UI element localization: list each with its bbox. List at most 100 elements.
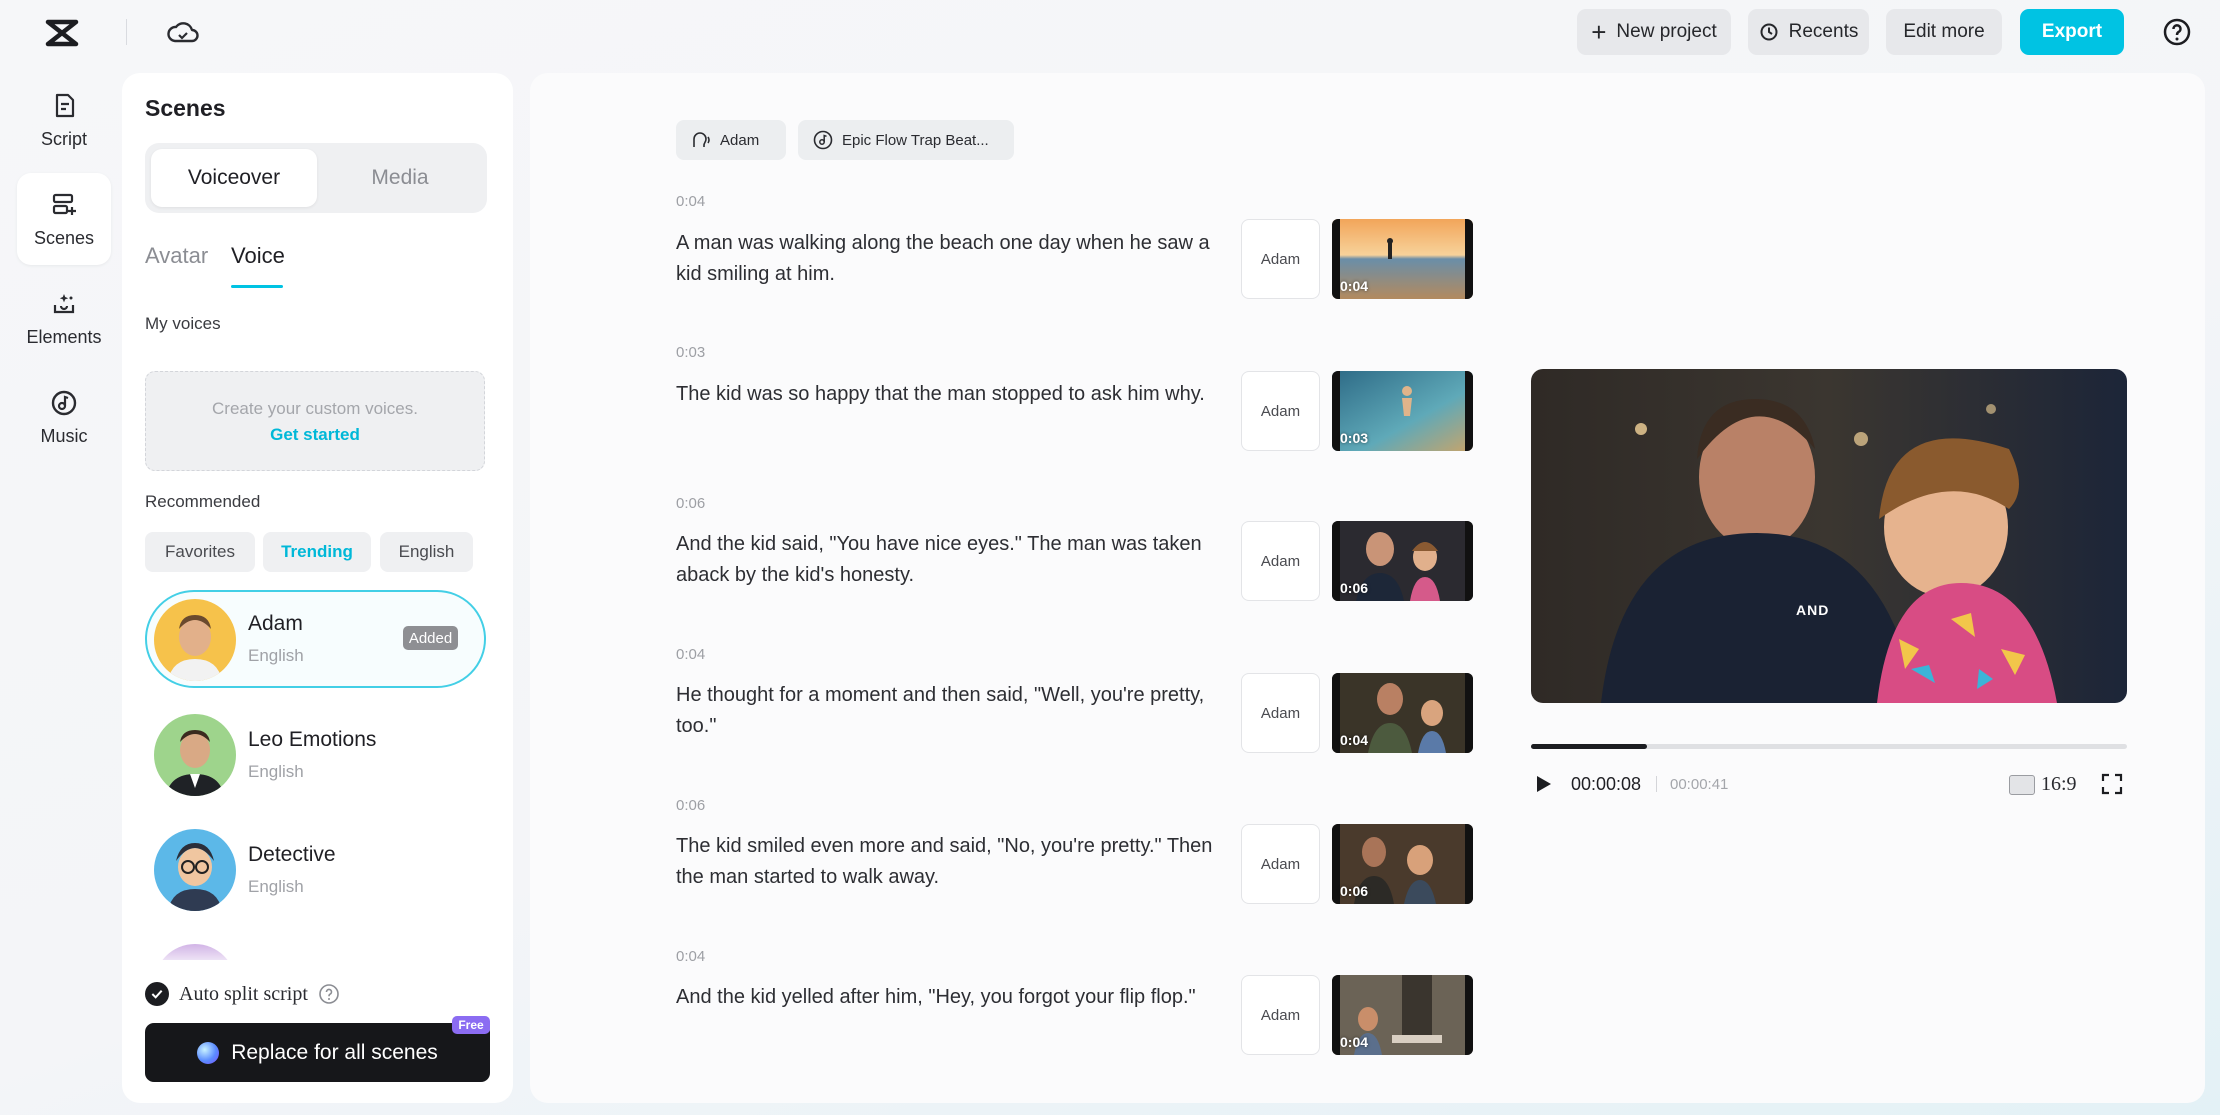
total-time: 00:00:41 <box>1670 776 1728 793</box>
fullscreen-icon <box>2100 772 2124 796</box>
music-pill[interactable]: Epic Flow Trap Beat... <box>798 120 1014 160</box>
list-fade <box>123 930 512 970</box>
play-button[interactable] <box>1531 772 1555 801</box>
scene-duration: 0:06 <box>676 495 705 512</box>
voice-name-leo-emotions: Leo Emotions <box>248 728 376 752</box>
aspect-ratio-icon <box>2009 775 2035 795</box>
time-divider <box>1656 776 1657 792</box>
panel-title: Scenes <box>145 95 226 122</box>
recents-button[interactable]: Recents <box>1748 9 1869 55</box>
new-project-button[interactable]: + New project <box>1577 9 1731 55</box>
scene-voice-button[interactable]: Adam <box>1241 219 1320 299</box>
scene-duration: 0:03 <box>676 344 705 361</box>
thumb-time: 0:04 <box>1340 732 1368 748</box>
scene-text[interactable]: The kid was so happy that the man stoppe… <box>676 379 1236 410</box>
auto-split-row: Auto split script <box>145 982 340 1006</box>
scene-thumbnail[interactable]: 0:06 <box>1332 824 1473 904</box>
scene-voice-button[interactable]: Adam <box>1241 975 1320 1055</box>
voice-pill-label: Adam <box>720 132 759 149</box>
rail-item-music[interactable]: Music <box>17 371 111 463</box>
rail-item-scenes[interactable]: Scenes <box>17 173 111 265</box>
thumb-time: 0:06 <box>1340 580 1368 596</box>
scenes-icon <box>49 190 79 220</box>
subtab-avatar[interactable]: Avatar <box>145 243 208 269</box>
recents-label: Recents <box>1789 21 1859 43</box>
thumb-time: 0:04 <box>1340 1034 1368 1050</box>
voice-pill[interactable]: Adam <box>676 120 786 160</box>
chip-english[interactable]: English <box>380 532 473 572</box>
voice-lang-adam: English <box>248 646 304 666</box>
rail-item-elements[interactable]: Elements <box>17 272 111 364</box>
custom-voice-box[interactable]: Create your custom voices. Get started <box>145 371 485 471</box>
cloud-sync-icon[interactable] <box>166 16 200 50</box>
scene-thumbnail[interactable]: 0:04 <box>1332 219 1473 299</box>
rail-label-elements: Elements <box>26 327 101 348</box>
plus-icon: + <box>1591 22 1606 42</box>
aspect-ratio-label: 16:9 <box>2041 773 2077 796</box>
thumb-time: 0:04 <box>1340 278 1368 294</box>
free-badge: Free <box>452 1016 490 1034</box>
fullscreen-button[interactable] <box>2100 772 2124 801</box>
info-icon[interactable] <box>318 983 340 1005</box>
scene-voice-button[interactable]: Adam <box>1241 824 1320 904</box>
export-button[interactable]: Export <box>2020 9 2124 55</box>
current-time: 00:00:08 <box>1571 774 1641 795</box>
rail-item-script[interactable]: Script <box>17 74 111 166</box>
added-badge: Added <box>403 626 458 650</box>
chip-trending[interactable]: Trending <box>263 532 371 572</box>
voice-lang-leo-emotions: English <box>248 762 304 782</box>
tab-voiceover[interactable]: Voiceover <box>151 149 317 207</box>
scene-text[interactable]: And the kid said, "You have nice eyes." … <box>676 529 1236 591</box>
music-pill-label: Epic Flow Trap Beat... <box>842 132 989 149</box>
play-icon <box>1531 772 1555 796</box>
edit-more-button[interactable]: Edit more <box>1886 9 2002 55</box>
voice-head-icon <box>690 129 712 151</box>
scene-text[interactable]: The kid smiled even more and said, "No, … <box>676 831 1236 893</box>
custom-voice-hint: Create your custom voices. <box>146 399 484 419</box>
scene-thumbnail[interactable]: 0:04 <box>1332 673 1473 753</box>
tab-media[interactable]: Media <box>317 149 483 207</box>
chip-favorites[interactable]: Favorites <box>145 532 255 572</box>
subtab-voice[interactable]: Voice <box>231 243 285 269</box>
scene-thumbnail[interactable]: 0:04 <box>1332 975 1473 1055</box>
scene-duration: 0:06 <box>676 797 705 814</box>
video-preview[interactable]: AND <box>1531 369 2127 703</box>
script-icon <box>49 91 79 121</box>
auto-split-label: Auto split script <box>179 983 308 1006</box>
scene-thumbnail[interactable]: 0:03 <box>1332 371 1473 451</box>
music-icon <box>49 388 79 418</box>
scene-voice-button[interactable]: Adam <box>1241 521 1320 601</box>
scene-text[interactable]: A man was walking along the beach one da… <box>676 228 1236 290</box>
voice-lang-detective: English <box>248 877 304 897</box>
voice-name-detective: Detective <box>248 843 336 867</box>
rail-label-scenes: Scenes <box>34 228 94 249</box>
scene-voice-button[interactable]: Adam <box>1241 371 1320 451</box>
scene-text[interactable]: And the kid yelled after him, "Hey, you … <box>676 982 1236 1013</box>
sparkle-orb-icon <box>197 1042 219 1064</box>
my-voices-label: My voices <box>145 314 221 334</box>
replace-all-scenes-button[interactable]: Replace for all scenes <box>145 1023 490 1082</box>
aspect-ratio-button[interactable]: 16:9 <box>2009 773 2077 796</box>
caption-overlay: AND <box>1796 602 1829 618</box>
thumb-time: 0:06 <box>1340 883 1368 899</box>
avatar <box>154 714 236 796</box>
rail-label-music: Music <box>40 426 87 447</box>
export-label: Export <box>2042 21 2102 43</box>
preview-frame <box>1531 369 2127 703</box>
rail-label-script: Script <box>41 129 87 150</box>
get-started-link[interactable]: Get started <box>146 425 484 445</box>
subtab-underline <box>231 285 283 288</box>
replace-label: Replace for all scenes <box>231 1041 438 1065</box>
voice-name-adam: Adam <box>248 612 303 636</box>
avatar <box>154 599 236 681</box>
toolbar-divider <box>126 19 127 45</box>
scene-duration: 0:04 <box>676 646 705 663</box>
scene-text[interactable]: He thought for a moment and then said, "… <box>676 680 1236 742</box>
scene-voice-button[interactable]: Adam <box>1241 673 1320 753</box>
scene-thumbnail[interactable]: 0:06 <box>1332 521 1473 601</box>
checkbox-checked-icon[interactable] <box>145 982 169 1006</box>
playback-progress-fill <box>1531 744 1647 749</box>
capcut-logo[interactable] <box>42 14 82 54</box>
avatar <box>154 829 236 911</box>
help-icon[interactable] <box>2161 16 2193 48</box>
